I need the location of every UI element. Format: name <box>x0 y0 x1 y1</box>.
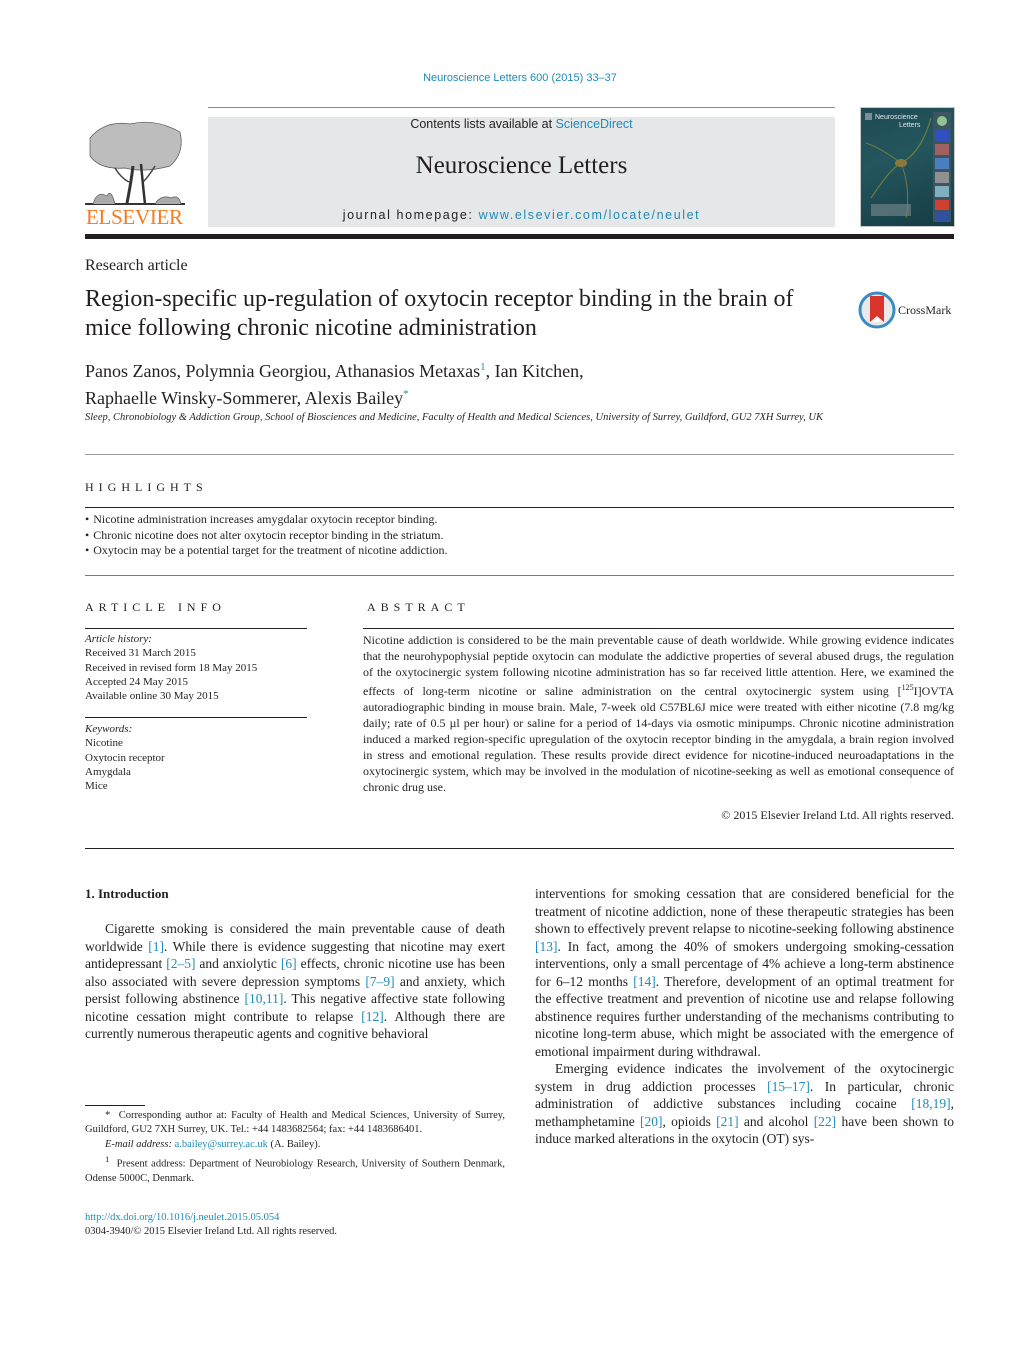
citation-link[interactable]: [7–9] <box>365 974 394 989</box>
author-name[interactable]: Polymnia Georgiou <box>186 361 327 381</box>
email-footnote: E-mail address: a.bailey@surrey.ac.uk (A… <box>105 1138 321 1150</box>
crossmark-button[interactable]: CrossMark <box>858 290 958 330</box>
author-line-1: Panos Zanos, Polymnia Georgiou, Athanasi… <box>85 361 584 381</box>
svg-text:Neuroscience: Neuroscience <box>875 114 918 121</box>
article-type: Research article <box>85 257 188 274</box>
doi-block: http://dx.doi.org/10.1016/j.neulet.2015.… <box>85 1211 505 1240</box>
divider-rule <box>85 454 954 455</box>
highlights-bottom-rule <box>85 575 954 576</box>
text-run: interventions for smoking cessation that… <box>535 886 954 936</box>
abstract-heading: ABSTRACT <box>367 600 470 614</box>
journal-title: Neuroscience Letters <box>415 152 628 179</box>
email-link[interactable]: a.bailey@surrey.ac.uk <box>175 1139 268 1150</box>
citation-link[interactable]: [6] <box>281 956 297 971</box>
isotope-superscript: 125 <box>901 683 914 692</box>
header-top-rule <box>208 107 835 108</box>
author-name[interactable]: Panos Zanos <box>85 361 177 381</box>
body-left-column: Cigarette smoking is considered the main… <box>85 920 505 1043</box>
sciencedirect-link[interactable]: ScienceDirect <box>556 117 633 131</box>
keyword: Amygdala <box>85 765 131 778</box>
author-list: Panos Zanos, Polymnia Georgiou, Athanasi… <box>85 356 705 410</box>
citation-link[interactable]: [18,19] <box>911 1096 950 1111</box>
citation-link[interactable]: [20] <box>640 1114 663 1129</box>
issn-copyright: 0304-3940/© 2015 Elsevier Ireland Ltd. A… <box>85 1226 338 1238</box>
doi-link[interactable]: http://dx.doi.org/10.1016/j.neulet.2015.… <box>85 1212 279 1223</box>
author-name[interactable]: Athanasios Metaxas <box>335 361 480 381</box>
text-run: , opioids <box>662 1113 717 1129</box>
citation-link[interactable]: [10,11] <box>244 991 283 1006</box>
citation-link[interactable]: [22] <box>814 1114 837 1129</box>
keywords-block: Keywords: Nicotine Oxytocin receptor Amy… <box>85 722 307 793</box>
cover-art-icon: Neuroscience Letters <box>865 112 951 222</box>
section-heading-introduction: 1. Introduction <box>85 886 169 901</box>
svg-text:Letters: Letters <box>899 122 921 129</box>
highlight-item: Chronic nicotine does not alter oxytocin… <box>85 528 954 544</box>
header-thick-rule <box>85 234 954 239</box>
journal-homepage-link[interactable]: www.elsevier.com/locate/neulet <box>479 208 701 222</box>
keywords-rule <box>85 717 307 718</box>
author-name[interactable]: Raphaelle Winsky-Sommerer <box>85 388 297 408</box>
citation-link[interactable]: [14] <box>633 974 656 989</box>
footnote-rule <box>85 1105 145 1106</box>
keyword: Mice <box>85 780 108 793</box>
contents-prefix: Contents lists available at <box>410 117 556 131</box>
article-info-heading: ARTICLE INFO <box>85 600 226 614</box>
elsevier-wordmark[interactable]: ELSEVIER <box>86 205 183 230</box>
present-address-footnote: 1 Present address: Department of Neurobi… <box>85 1153 506 1184</box>
abstract-copyright: © 2015 Elsevier Ireland Ltd. All rights … <box>721 808 954 822</box>
keyword: Nicotine <box>85 737 123 750</box>
abstract-bottom-rule <box>85 848 954 849</box>
keyword: Oxytocin receptor <box>85 751 165 764</box>
highlight-item: Nicotine administration increases amygda… <box>85 512 954 528</box>
journal-cover-thumbnail[interactable]: Neuroscience Letters <box>860 107 955 227</box>
citation-link[interactable]: [12] <box>361 1009 384 1024</box>
journal-citation[interactable]: Neuroscience Letters 600 (2015) 33–37 <box>0 72 1020 84</box>
highlight-item: Oxytocin may be a potential target for t… <box>85 543 954 559</box>
citation-link[interactable]: [13] <box>535 939 558 954</box>
citation-link[interactable]: [2–5] <box>166 956 195 971</box>
homepage-prefix: journal homepage: <box>342 208 479 222</box>
corresponding-author-mark[interactable]: * <box>403 388 409 400</box>
article-history: Article history: Received 31 March 2015 … <box>85 632 307 703</box>
author-name[interactable]: Ian Kitchen <box>495 361 579 381</box>
text-run: and alcohol <box>738 1113 814 1129</box>
highlights-heading: HIGHLIGHTS <box>85 480 208 494</box>
text-run: and anxiolytic <box>195 956 281 971</box>
body-right-column: interventions for smoking cessation that… <box>535 885 954 1148</box>
history-accepted: Accepted 24 May 2015 <box>85 675 188 688</box>
paragraph: Cigarette smoking is considered the main… <box>85 920 505 1043</box>
article-title: Region-specific up-regulation of oxytoci… <box>85 286 794 341</box>
crossmark-label: CrossMark <box>898 303 952 317</box>
author-name[interactable]: Alexis Bailey <box>305 388 403 408</box>
article-history-label: Article history: <box>85 633 152 645</box>
citation-link[interactable]: [1] <box>148 939 164 954</box>
abstract-rule <box>363 628 954 629</box>
citation-link[interactable]: [21] <box>716 1114 739 1129</box>
author-affiliation: Sleep, Chronobiology & Addiction Group, … <box>85 412 823 423</box>
paragraph: interventions for smoking cessation that… <box>535 885 954 1060</box>
history-revised: Received in revised form 18 May 2015 <box>85 661 258 674</box>
history-received: Received 31 March 2015 <box>85 647 196 660</box>
crossmark-icon <box>858 291 896 329</box>
journal-homepage-line: journal homepage: www.elsevier.com/locat… <box>208 208 835 222</box>
keywords-label: Keywords: <box>85 723 133 735</box>
citation-link[interactable]: [15–17] <box>767 1079 810 1094</box>
abstract-text: Nicotine addiction is considered to be t… <box>363 633 954 794</box>
contents-available-line: Contents lists available at ScienceDirec… <box>208 117 835 131</box>
author-line-2: Raphaelle Winsky-Sommerer, Alexis Bailey… <box>85 388 409 408</box>
article-info-rule <box>85 628 307 629</box>
corresponding-author-footnote: * Corresponding author at: Faculty of He… <box>85 1110 505 1136</box>
highlights-top-rule <box>85 507 954 508</box>
highlights-list: Nicotine administration increases amygda… <box>85 512 954 559</box>
history-online: Available online 30 May 2015 <box>85 690 219 703</box>
footnotes: * Corresponding author at: Faculty of He… <box>85 1109 505 1186</box>
paragraph: Emerging evidence indicates the involvem… <box>535 1060 954 1148</box>
